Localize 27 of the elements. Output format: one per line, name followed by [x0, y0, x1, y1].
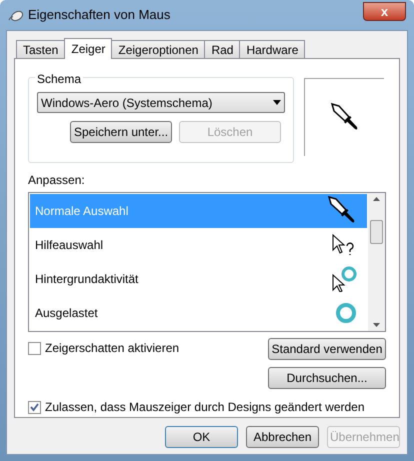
- scroll-thumb[interactable]: [370, 220, 383, 244]
- scrollbar[interactable]: [368, 193, 385, 331]
- scroll-down-icon[interactable]: [373, 323, 380, 327]
- mouse-icon: [8, 8, 24, 22]
- tab[interactable]: Hardware: [239, 40, 306, 58]
- tab[interactable]: Zeiger: [64, 38, 112, 59]
- tab[interactable]: Tasten: [16, 40, 66, 58]
- push-button[interactable]: Standard verwenden: [268, 338, 386, 360]
- scheme-dropdown[interactable]: Windows-Aero (Systemschema): [37, 92, 285, 113]
- window-title: Eigenschaften von Maus: [28, 6, 170, 24]
- busy-ring-icon: [335, 302, 357, 324]
- checkbox[interactable]: [28, 342, 41, 354]
- check-icon: [30, 402, 39, 412]
- push-button[interactable]: Abbrechen: [246, 426, 319, 448]
- dropdown-arrow-icon: [273, 100, 281, 105]
- checkbox-label: Zulassen, dass Mauszeiger durch Designs geändert werden: [45, 399, 365, 416]
- tab[interactable]: Rad: [204, 40, 240, 58]
- working-pointer-icon: [331, 266, 357, 292]
- tab[interactable]: Zeigeroptionen: [111, 40, 206, 58]
- close-button[interactable]: x: [363, 2, 406, 20]
- push-button[interactable]: Speichern unter...: [70, 121, 172, 143]
- list-label: Anpassen:: [28, 172, 86, 189]
- push-button[interactable]: Durchsuchen...: [268, 367, 386, 389]
- checkbox[interactable]: [28, 400, 41, 414]
- checkbox-label: Zeigerschatten aktivieren: [45, 340, 180, 357]
- push-button[interactable]: OK: [165, 426, 238, 448]
- scroll-up-icon[interactable]: [373, 197, 380, 201]
